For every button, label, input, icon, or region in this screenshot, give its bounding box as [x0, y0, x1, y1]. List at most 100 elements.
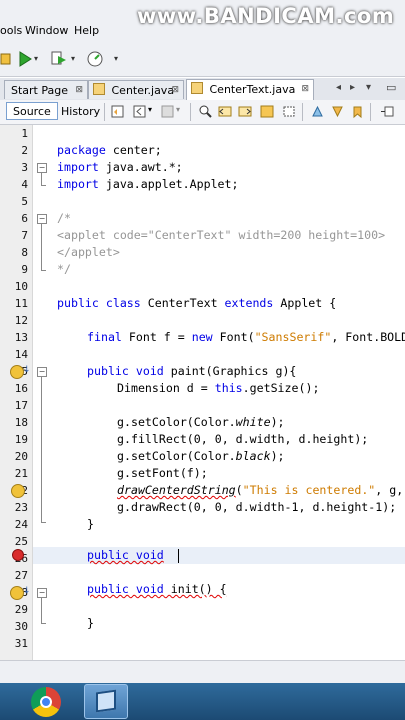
status-bar — [0, 660, 405, 684]
next-bookmark-icon[interactable] — [330, 104, 345, 119]
line-number: 10 — [14, 280, 28, 293]
back-icon[interactable] — [132, 104, 147, 119]
run-project-icon[interactable] — [16, 50, 34, 68]
debug-dropdown-icon[interactable]: ▾ — [71, 54, 75, 63]
keyword: package — [57, 143, 106, 157]
close-icon[interactable]: ⊠ — [75, 81, 83, 100]
keyword: final — [87, 330, 122, 344]
line-number: 19 — [14, 433, 28, 446]
keyword: new — [191, 330, 213, 344]
tab-centertext-java[interactable]: CenterText.java ⊠ — [186, 79, 314, 100]
line-number: 17 — [14, 399, 28, 412]
chrome-icon[interactable] — [31, 687, 61, 717]
fold-guide — [41, 270, 46, 271]
find-previous-icon[interactable] — [218, 104, 233, 119]
code-line-19: g.fillRect(0, 0, d.width, d.height); — [117, 432, 369, 446]
code-line-8: <applet code="CenterText" width=200 heig… — [57, 228, 386, 242]
override-hint-icon[interactable] — [10, 365, 24, 379]
code-text: CenterText — [140, 296, 225, 310]
close-icon[interactable]: ⊠ — [171, 81, 179, 100]
line-number: 31 — [14, 637, 28, 650]
show-opened-documents-icon[interactable]: ▾ — [366, 82, 371, 93]
code-line-2: package center; — [57, 142, 162, 159]
fold-toggle[interactable]: − — [37, 214, 47, 224]
menu-tools[interactable]: ools — [0, 24, 22, 37]
profile-dropdown-icon[interactable]: ▾ — [114, 54, 118, 63]
code-text: , g, d — [375, 483, 404, 497]
code-line-21: g.setFont(f); — [117, 466, 208, 480]
line-number: 20 — [14, 450, 28, 463]
line-number: 7 — [21, 229, 28, 242]
hint-bulb-icon[interactable] — [11, 484, 25, 498]
toggle-bookmark-icon[interactable] — [350, 104, 365, 119]
code-line-9: </applet> — [57, 245, 120, 259]
code-text: , Font.BOLD — [331, 330, 405, 344]
code-text: Font( — [212, 330, 255, 344]
close-icon[interactable]: ⊠ — [301, 80, 309, 99]
line-number: 5 — [21, 195, 28, 208]
error-method-call: drawCenterdString — [117, 483, 236, 497]
profile-project-icon[interactable] — [86, 50, 104, 68]
menu-bar: ools Window Help www.BANDICAM.com — [0, 0, 405, 42]
tab-label: CenterText.java — [209, 83, 296, 96]
code-line-18: g.setColor(Color.white); — [117, 414, 285, 431]
line-number: 1 — [21, 127, 28, 140]
shift-line-left-icon[interactable] — [380, 104, 395, 119]
code-line-20: g.setColor(Color.black); — [117, 448, 285, 465]
code-text: java.awt.*; — [98, 160, 183, 174]
find-next-icon[interactable] — [238, 104, 253, 119]
find-selection-icon[interactable] — [198, 104, 213, 119]
string-literal: "SansSerif" — [254, 330, 332, 344]
forward-icon[interactable] — [160, 104, 175, 119]
windows-taskbar — [0, 683, 405, 720]
forward-dropdown-icon[interactable]: ▾ — [176, 105, 180, 114]
toolbar-separator — [190, 103, 191, 121]
line-number: 9 — [21, 263, 28, 276]
history-view-button[interactable]: History — [54, 102, 107, 120]
toggle-highlight-search-icon[interactable] — [260, 104, 275, 119]
code-text: ); — [270, 449, 285, 463]
code-line-22: drawCenterdString("This is centered.", g… — [117, 482, 405, 499]
error-icon[interactable] — [12, 549, 24, 561]
code-editor[interactable]: 1234567891011121314151617181920212223242… — [0, 125, 405, 660]
last-edit-icon[interactable] — [110, 104, 125, 119]
code-line-11: public class CenterText extends Applet { — [57, 295, 336, 312]
code-line-28: public void init() { — [87, 581, 227, 598]
scroll-tabs-left-icon[interactable]: ◂ — [336, 82, 341, 93]
override-hint-icon[interactable] — [10, 586, 24, 600]
editor-tab-bar: Start Page ⊠ Center.java ⊠ CenterText.ja… — [0, 78, 405, 101]
source-view-button[interactable]: Source — [6, 102, 58, 120]
code-line-16: Dimension d = this.getSize(); — [117, 380, 319, 397]
line-number: 12 — [14, 314, 28, 327]
tab-start-page[interactable]: Start Page ⊠ — [4, 80, 88, 99]
keyword: import — [57, 160, 99, 174]
previous-bookmark-icon[interactable] — [310, 104, 325, 119]
fold-toggle[interactable]: − — [37, 367, 47, 377]
code-text: Applet { — [273, 296, 337, 310]
run-dropdown-icon[interactable]: ▾ — [34, 54, 38, 63]
code-line-23: g.drawRect(0, 0, d.width-1, d.height-1); — [117, 500, 397, 514]
menu-window[interactable]: Window — [25, 24, 68, 37]
toggle-rectangular-selection-icon[interactable] — [282, 104, 297, 119]
back-dropdown-icon[interactable]: ▾ — [148, 105, 152, 114]
code-text: Font f = — [121, 330, 192, 344]
text-caret — [178, 549, 179, 563]
line-number: 13 — [14, 331, 28, 344]
code-line-26: public void — [87, 547, 171, 564]
scroll-tabs-right-icon[interactable]: ▸ — [350, 82, 355, 93]
fold-toggle[interactable]: − — [37, 163, 47, 173]
code-line-13: final Font f = new Font("SansSerif", Fon… — [87, 329, 405, 346]
editor-toolbar: Source History ▾ ▾ — [0, 100, 405, 125]
fold-toggle[interactable]: − — [37, 588, 47, 598]
netbeans-taskbar-button[interactable] — [84, 684, 128, 719]
menu-help[interactable]: Help — [74, 24, 99, 37]
line-number: 4 — [21, 178, 28, 191]
tab-center-java[interactable]: Center.java ⊠ — [88, 80, 184, 99]
code-line-24: } — [87, 517, 94, 531]
maximize-window-icon[interactable]: ▭ — [386, 81, 396, 94]
code-line-3: import java.awt.*; — [57, 159, 183, 176]
keyword: public void — [87, 582, 164, 596]
debug-project-icon[interactable] — [50, 50, 68, 68]
code-text: g.setColor(Color. — [117, 449, 236, 463]
